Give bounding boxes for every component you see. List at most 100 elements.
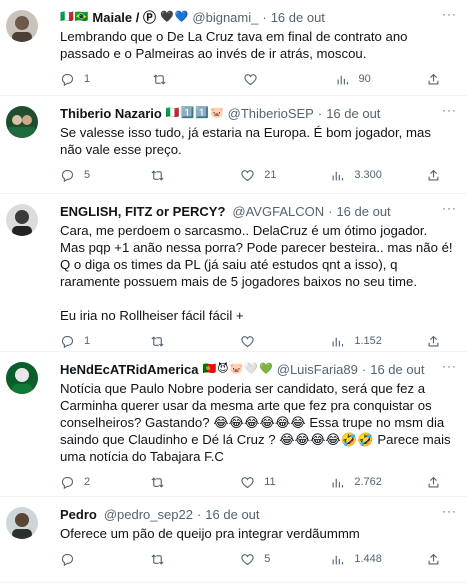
reply-button[interactable]: 5 bbox=[60, 168, 106, 183]
avatar[interactable] bbox=[6, 106, 38, 138]
reply-count: 1 bbox=[84, 335, 91, 347]
retweet-icon bbox=[151, 476, 164, 488]
tweet-header: ENGLISH, FITZ or PERCY? @AVGFALCON · 16 … bbox=[60, 202, 455, 221]
avatar[interactable] bbox=[6, 204, 38, 236]
views-button[interactable]: 1.152 bbox=[330, 334, 382, 349]
more-icon[interactable]: ··· bbox=[442, 360, 457, 372]
display-name[interactable]: HeNdEcATRidAmerica bbox=[60, 361, 198, 378]
timestamp[interactable]: 16 de out bbox=[271, 9, 325, 26]
reply-icon bbox=[61, 335, 74, 348]
like-icon bbox=[241, 476, 254, 488]
share-icon bbox=[428, 73, 439, 84]
retweet-button[interactable] bbox=[152, 72, 198, 87]
tweet-text: Oferece um pão de queijo pra integrar ve… bbox=[60, 526, 360, 541]
reply-count: 1 bbox=[84, 73, 91, 85]
views-button[interactable]: 3.300 bbox=[330, 168, 382, 183]
user-handle[interactable]: @AVGFALCON bbox=[232, 203, 324, 220]
like-button[interactable] bbox=[243, 72, 289, 87]
retweet-button[interactable] bbox=[150, 168, 196, 183]
user-handle[interactable]: @ThiberioSEP bbox=[228, 105, 314, 122]
reply-button[interactable]: 2 bbox=[60, 475, 106, 490]
like-button[interactable] bbox=[240, 334, 286, 349]
more-icon[interactable]: ··· bbox=[442, 8, 457, 20]
like-button[interactable]: 21 bbox=[240, 168, 286, 183]
tweet-text: Cara, me perdoem o sarcasmo.. DelaCruz é… bbox=[60, 223, 453, 323]
like-icon bbox=[241, 169, 254, 181]
user-handle[interactable]: @pedro_sep22 bbox=[104, 506, 193, 523]
display-name[interactable]: Maiale / Ⓟ bbox=[92, 9, 156, 26]
user-handle[interactable]: @LuisFaria89 bbox=[277, 361, 358, 378]
reply-icon bbox=[61, 73, 74, 86]
retweet-button[interactable] bbox=[150, 334, 196, 349]
display-name[interactable]: Thiberio Nazario bbox=[60, 105, 162, 122]
action-bar: 1 90 bbox=[60, 69, 455, 89]
like-count: 11 bbox=[264, 476, 276, 488]
like-count: 21 bbox=[264, 169, 277, 181]
separator-dot: · bbox=[361, 362, 367, 377]
retweet-icon bbox=[151, 335, 164, 347]
like-count: 5 bbox=[264, 553, 271, 565]
avatar[interactable] bbox=[6, 507, 38, 539]
views-count: 1.152 bbox=[354, 335, 382, 347]
reply-count: 5 bbox=[84, 169, 91, 181]
tweet[interactable]: Pedro @pedro_sep22 · 16 de out ··· Ofere… bbox=[0, 497, 467, 583]
reply-icon bbox=[61, 553, 74, 566]
display-name[interactable]: ENGLISH, FITZ or PERCY? bbox=[60, 203, 225, 220]
views-icon bbox=[337, 75, 348, 84]
tweet[interactable]: Thiberio Nazario 🇮🇹 1️⃣ 1️⃣ 🐷 @ThiberioS… bbox=[0, 96, 467, 194]
views-count: 1.448 bbox=[354, 553, 382, 565]
tweet[interactable]: HeNdEcATRidAmerica 🇵🇹 😈 🐷 🤍 💚 @LuisFaria… bbox=[0, 352, 467, 497]
tweet[interactable]: 🇮🇹 🇧🇷 Maiale / Ⓟ 🖤 💙 @bignami_ · 16 de o… bbox=[0, 0, 467, 96]
share-button[interactable] bbox=[426, 72, 441, 87]
like-button[interactable]: 5 bbox=[240, 552, 286, 567]
avatar[interactable] bbox=[6, 10, 38, 42]
views-icon bbox=[332, 478, 344, 487]
display-name[interactable]: Pedro bbox=[60, 506, 97, 523]
reply-button[interactable] bbox=[60, 552, 106, 567]
more-icon[interactable]: ··· bbox=[442, 104, 457, 116]
tweet[interactable]: ENGLISH, FITZ or PERCY? @AVGFALCON · 16 … bbox=[0, 194, 467, 352]
like-icon bbox=[244, 73, 257, 85]
retweet-button[interactable] bbox=[150, 552, 196, 567]
action-bar: 5 1.448 bbox=[60, 549, 455, 569]
share-button[interactable] bbox=[426, 168, 441, 183]
separator-dot: · bbox=[328, 204, 333, 219]
timestamp[interactable]: 16 de out bbox=[205, 506, 259, 523]
badge-emoji: 🤍 bbox=[244, 363, 259, 375]
more-icon[interactable]: ··· bbox=[442, 202, 457, 214]
reply-button[interactable]: 1 bbox=[60, 72, 106, 87]
more-icon[interactable]: ··· bbox=[442, 505, 457, 517]
timestamp[interactable]: 16 de out bbox=[326, 105, 380, 122]
user-handle[interactable]: @bignami_ bbox=[192, 9, 258, 26]
badge-emoji: 🇮🇹 bbox=[165, 107, 180, 119]
timestamp[interactable]: 16 de out bbox=[370, 361, 424, 378]
views-button[interactable]: 1.448 bbox=[330, 552, 382, 567]
badge-emoji: 🐷 bbox=[229, 363, 244, 375]
retweet-icon bbox=[152, 73, 166, 85]
share-button[interactable] bbox=[426, 552, 441, 567]
badge-emoji: 1️⃣ bbox=[180, 107, 195, 119]
action-bar: 2 11 2.762 bbox=[60, 472, 455, 492]
share-button[interactable] bbox=[426, 334, 441, 349]
views-count: 90 bbox=[358, 73, 371, 85]
retweet-icon bbox=[151, 169, 164, 181]
badge-emoji: 1️⃣ bbox=[195, 107, 209, 119]
badge-emoji: 🇵🇹 bbox=[202, 363, 217, 375]
action-bar: 1 1.152 bbox=[60, 331, 455, 351]
like-button[interactable]: 11 bbox=[240, 475, 286, 490]
badge-emoji: 🐷 bbox=[209, 107, 224, 119]
reply-button[interactable]: 1 bbox=[60, 334, 106, 349]
share-button[interactable] bbox=[426, 475, 441, 490]
retweet-button[interactable] bbox=[150, 475, 196, 490]
avatar[interactable] bbox=[6, 362, 38, 394]
views-icon bbox=[332, 555, 344, 564]
reply-count: 2 bbox=[84, 476, 91, 488]
views-count: 3.300 bbox=[354, 169, 382, 181]
views-button[interactable]: 2.762 bbox=[330, 475, 382, 490]
share-icon bbox=[428, 553, 439, 564]
views-icon bbox=[332, 337, 344, 346]
timestamp[interactable]: 16 de out bbox=[336, 203, 390, 220]
tweet-header: 🇮🇹 🇧🇷 Maiale / Ⓟ 🖤 💙 @bignami_ · 16 de o… bbox=[60, 8, 455, 27]
views-button[interactable]: 90 bbox=[335, 72, 381, 87]
views-count: 2.762 bbox=[354, 476, 382, 488]
